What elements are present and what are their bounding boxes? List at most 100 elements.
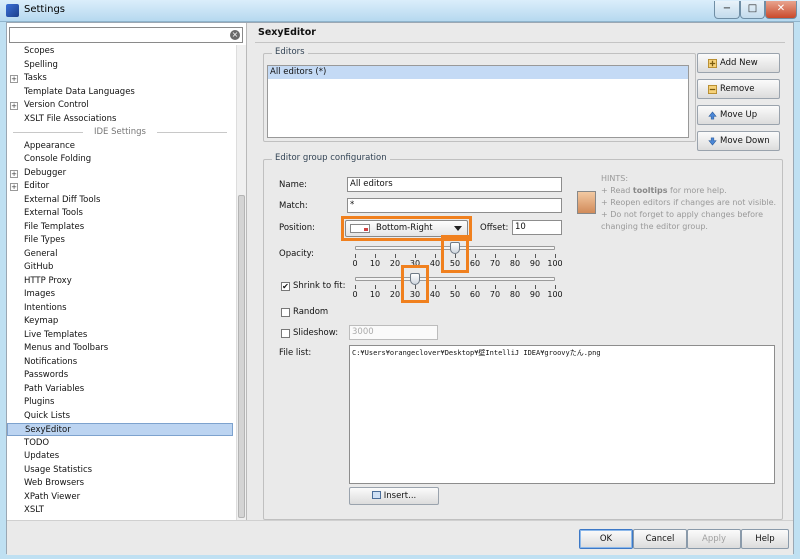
arrow-up-icon: [708, 111, 717, 120]
tree-item[interactable]: XSLT File Associations: [7, 113, 233, 126]
slider-tick: [375, 254, 376, 258]
expand-icon[interactable]: +: [10, 75, 18, 83]
tree-item[interactable]: GitHub: [7, 261, 233, 274]
tree-item[interactable]: Scopes: [7, 45, 233, 58]
offset-field[interactable]: 10: [512, 220, 562, 235]
tree-item[interactable]: Template Data Languages: [7, 86, 233, 99]
tree-item[interactable]: File Templates: [7, 221, 233, 234]
tree-item[interactable]: SexyEditor: [7, 423, 233, 436]
apply-button[interactable]: Apply: [687, 529, 741, 549]
slideshow-interval-field[interactable]: 3000: [349, 325, 438, 340]
tree-item-label: Path Variables: [24, 383, 85, 394]
tree-item[interactable]: Usage Statistics: [7, 464, 233, 477]
settings-tree: Scopes Spelling + Tasks Template Data Langua…: [7, 45, 236, 520]
tree-item[interactable]: External Diff Tools: [7, 194, 233, 207]
remove-button[interactable]: Remove: [697, 79, 780, 99]
tree-item[interactable]: Keymap: [7, 315, 233, 328]
tree-item[interactable]: HTTP Proxy: [7, 275, 233, 288]
tree-item[interactable]: Web Browsers: [7, 477, 233, 490]
tree-item[interactable]: + Tasks: [7, 72, 233, 85]
add-new-label: Add New: [720, 58, 758, 68]
tree-item-label: Images: [24, 289, 56, 299]
slider-tick: [435, 285, 436, 289]
move-up-button[interactable]: Move Up: [697, 105, 780, 125]
slider-tick-label: 90: [529, 259, 541, 268]
tree-item[interactable]: Live Templates: [7, 329, 233, 342]
tree-item[interactable]: Menus and Toolbars: [7, 342, 233, 355]
clear-search-icon[interactable]: ×: [230, 30, 240, 40]
match-label: Match:: [279, 201, 308, 211]
tree-item[interactable]: Updates: [7, 450, 233, 463]
tree-item-label: XSLT: [24, 505, 44, 515]
tree-item[interactable]: Quick Lists: [7, 410, 233, 423]
tree-scrollbar[interactable]: [236, 45, 246, 520]
title-bar: Settings − □ ✕: [0, 0, 800, 22]
position-label: Position:: [279, 223, 315, 233]
tree-item-label: GitHub: [24, 262, 54, 272]
slideshow-checkbox[interactable]: [281, 329, 290, 338]
tree-item-label: File Types: [24, 235, 65, 245]
tree-item[interactable]: Path Variables: [7, 383, 233, 396]
slider-tick-label: 70: [489, 259, 501, 268]
search-input[interactable]: ×: [9, 27, 243, 43]
tree-item-label: External Tools: [24, 208, 83, 218]
scrollbar-thumb[interactable]: [238, 195, 245, 518]
close-button[interactable]: ✕: [765, 1, 797, 19]
shrink-to-fit-slider[interactable]: 0 10 20 30 40 50 60 70 80 90 100: [352, 273, 563, 303]
expand-icon[interactable]: +: [10, 102, 18, 110]
insert-button[interactable]: Insert...: [349, 487, 439, 505]
tree-item[interactable]: General: [7, 248, 233, 261]
move-down-button[interactable]: Move Down: [697, 131, 780, 151]
file-list-textarea[interactable]: C:¥Users¥orangeclover¥Desktop¥壁IntelliJ …: [349, 345, 775, 484]
move-down-label: Move Down: [720, 136, 770, 146]
arrow-down-icon: [708, 137, 717, 146]
tree-item[interactable]: Images: [7, 288, 233, 301]
tree-item[interactable]: TODO: [7, 437, 233, 450]
random-label: Random: [293, 307, 329, 317]
tree-item[interactable]: Appearance: [7, 140, 233, 153]
help-button[interactable]: Help: [741, 529, 789, 549]
tree-item[interactable]: File Types: [7, 234, 233, 247]
slider-tick-label: 0: [352, 290, 358, 299]
slider-tick: [415, 254, 416, 258]
tree-item[interactable]: Passwords: [7, 369, 233, 382]
match-field[interactable]: *: [347, 198, 562, 213]
list-item[interactable]: All editors (*): [268, 66, 688, 79]
tree-item[interactable]: + Editor: [7, 180, 233, 193]
slider-tick: [555, 285, 556, 289]
slider-track[interactable]: [355, 277, 555, 281]
expand-icon[interactable]: +: [10, 169, 18, 178]
slider-tick: [395, 254, 396, 258]
add-icon: [708, 59, 717, 68]
tree-item[interactable]: + Version Control: [7, 99, 233, 112]
page-title: SexyEditor: [255, 25, 785, 43]
window-title: Settings: [24, 4, 66, 15]
expand-icon[interactable]: +: [10, 183, 18, 191]
editors-list[interactable]: All editors (*): [267, 65, 689, 138]
slider-tick-label: 100: [547, 290, 563, 299]
add-new-button[interactable]: Add New: [697, 53, 780, 73]
shrink-to-fit-checkbox[interactable]: ✔: [281, 282, 290, 291]
tree-item[interactable]: External Tools: [7, 207, 233, 220]
tree-item[interactable]: Intentions: [7, 302, 233, 315]
insert-icon: [371, 491, 381, 499]
slider-tick-label: 60: [469, 290, 481, 299]
ok-button[interactable]: OK: [579, 529, 633, 549]
tree-item[interactable]: Notifications: [7, 356, 233, 369]
tree-item-label: File Templates: [24, 221, 85, 232]
tree-item[interactable]: Plugins: [7, 396, 233, 409]
tree-item-label: Template Data Languages: [24, 86, 135, 97]
tree-item[interactable]: Spelling: [7, 59, 233, 72]
tree-item[interactable]: + Debugger: [7, 167, 233, 180]
slider-tick: [375, 285, 376, 289]
cancel-button[interactable]: Cancel: [633, 529, 687, 549]
tree-item[interactable]: Console Folding: [7, 153, 233, 166]
random-checkbox[interactable]: [281, 308, 290, 317]
tree-item-label: Updates: [24, 451, 60, 461]
tree-item[interactable]: XPath Viewer: [7, 491, 233, 504]
slider-tick-label: 100: [547, 259, 563, 268]
minimize-button[interactable]: −: [714, 1, 740, 19]
maximize-button[interactable]: □: [740, 1, 765, 19]
name-field[interactable]: All editors: [347, 177, 562, 192]
tree-item[interactable]: XSLT: [7, 504, 233, 517]
